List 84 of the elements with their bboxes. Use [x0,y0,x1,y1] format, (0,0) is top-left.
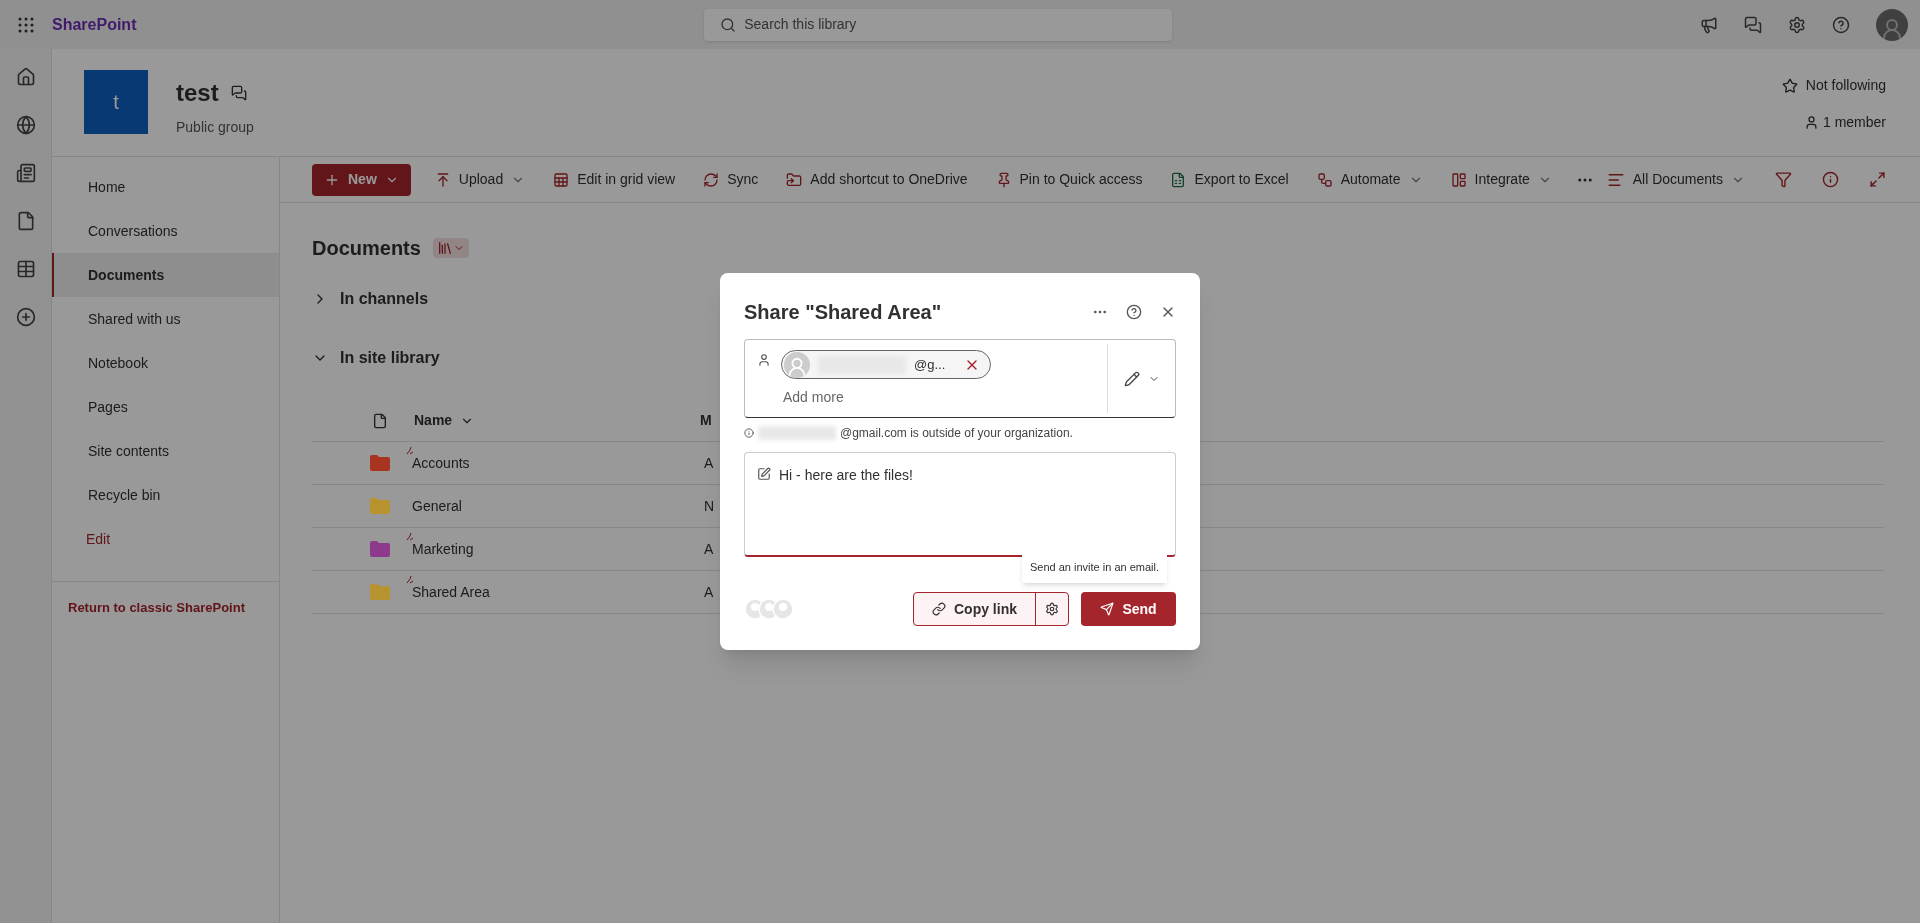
app-launcher-icon[interactable] [18,16,34,33]
settings-icon[interactable] [1045,602,1059,616]
toolbar-button[interactable]: Edit in grid view [549,163,680,196]
spreadsheet-icon [1170,171,1187,188]
column-header[interactable]: Name [414,410,453,431]
table-cell-text: A [704,582,714,602]
message-text: Hi - here are the files! [779,466,913,485]
add-icon[interactable] [15,307,36,327]
file-type-icon [372,412,388,429]
brand-title[interactable]: SharePoint [52,12,137,37]
site-logo: t [84,70,148,134]
expand-icon[interactable] [1869,171,1886,188]
edit-link[interactable]: Edit [52,517,279,561]
search-box[interactable]: Search this library [704,8,1173,41]
person-icon [1803,115,1819,130]
workflow-icon [1316,171,1333,188]
avatar[interactable] [1876,8,1908,41]
info-icon [744,428,754,438]
nav-item[interactable]: Documents [52,253,279,297]
edit-permission-icon[interactable] [1123,370,1140,387]
star-icon [1781,77,1798,94]
panel-icon [1450,171,1467,188]
nav-item[interactable]: Site contents [52,429,279,473]
toolbar-button[interactable]: Sync [699,163,763,196]
toolbar-button[interactable]: Integrate [1446,163,1556,196]
help-icon[interactable] [1126,304,1142,320]
toolbar-button[interactable]: Upload [430,163,530,196]
dialog-title: Share "Shared Area" [744,300,942,325]
send-button[interactable]: Send [1081,592,1176,626]
list-icon[interactable] [15,259,36,279]
nav-item[interactable]: Pages [52,385,279,429]
recipient-chip[interactable]: @g... [781,350,991,379]
members-button[interactable]: 1 member [1803,112,1886,133]
link-icon [932,602,946,616]
tooltip: Send an invite in an email. [1022,552,1168,583]
file-name-link[interactable]: Accounts [412,452,470,474]
external-notice: @gmail.com is outside of your organization. [840,425,1073,442]
grid-icon [553,171,570,188]
person-icon [1880,16,1904,41]
home-icon[interactable] [15,67,36,87]
filter-icon[interactable] [1775,171,1792,188]
nav-item[interactable]: Home [52,165,279,209]
table-cell-text: A [704,453,714,473]
classic-link[interactable]: Return to classic SharePoint [68,600,245,615]
help-icon[interactable] [1832,15,1850,34]
file-name-link[interactable]: Shared Area [412,581,490,603]
library-title: Documents [312,236,421,261]
chat-icon[interactable] [1744,15,1762,34]
add-more-field[interactable]: Add more [783,387,991,408]
follow-button[interactable]: Not following [1781,75,1886,96]
toolbar-button[interactable]: Pin to Quick access [991,163,1147,196]
new-button[interactable]: New [312,163,411,196]
column-header[interactable]: M [700,410,712,431]
folder-shortcut-icon [786,171,803,188]
view-selector[interactable]: All Documents [1606,169,1745,190]
compose-icon [757,467,771,481]
search-field[interactable]: Search this library [744,14,1157,35]
toolbar-button[interactable]: Export to Excel [1166,163,1293,196]
globe-icon[interactable] [15,115,36,135]
info-icon[interactable] [1822,171,1839,188]
library-icon [436,240,453,256]
toolbar-button[interactable]: Automate [1312,163,1427,196]
table-cell-text: A [704,539,714,559]
person-icon [757,353,771,367]
nav-item[interactable]: Recycle bin [52,473,279,517]
search-icon [720,16,737,33]
table-cell-text: N [704,496,715,516]
file-name-link[interactable]: General [412,495,462,517]
toolbar-button[interactable]: Add shortcut to OneDrive [782,163,972,196]
recipient-email: @g... [914,355,946,374]
site-subtitle: Public group [176,118,254,137]
site-title: test [176,78,219,108]
section-header[interactable]: In channels [312,287,429,311]
megaphone-icon[interactable] [1700,15,1718,34]
news-icon[interactable] [15,163,36,183]
recipients-field[interactable]: @g... Add more [744,339,1176,418]
file-name-link[interactable]: Marketing [412,538,474,560]
sync-icon [703,171,720,188]
send-icon [1100,602,1115,616]
nav-item[interactable]: Conversations [52,209,279,253]
nav-item[interactable]: Notebook [52,341,279,385]
section-header[interactable]: In site library [312,346,440,370]
nav-item[interactable]: Shared with us [52,297,279,341]
library-view-button[interactable] [432,238,469,258]
